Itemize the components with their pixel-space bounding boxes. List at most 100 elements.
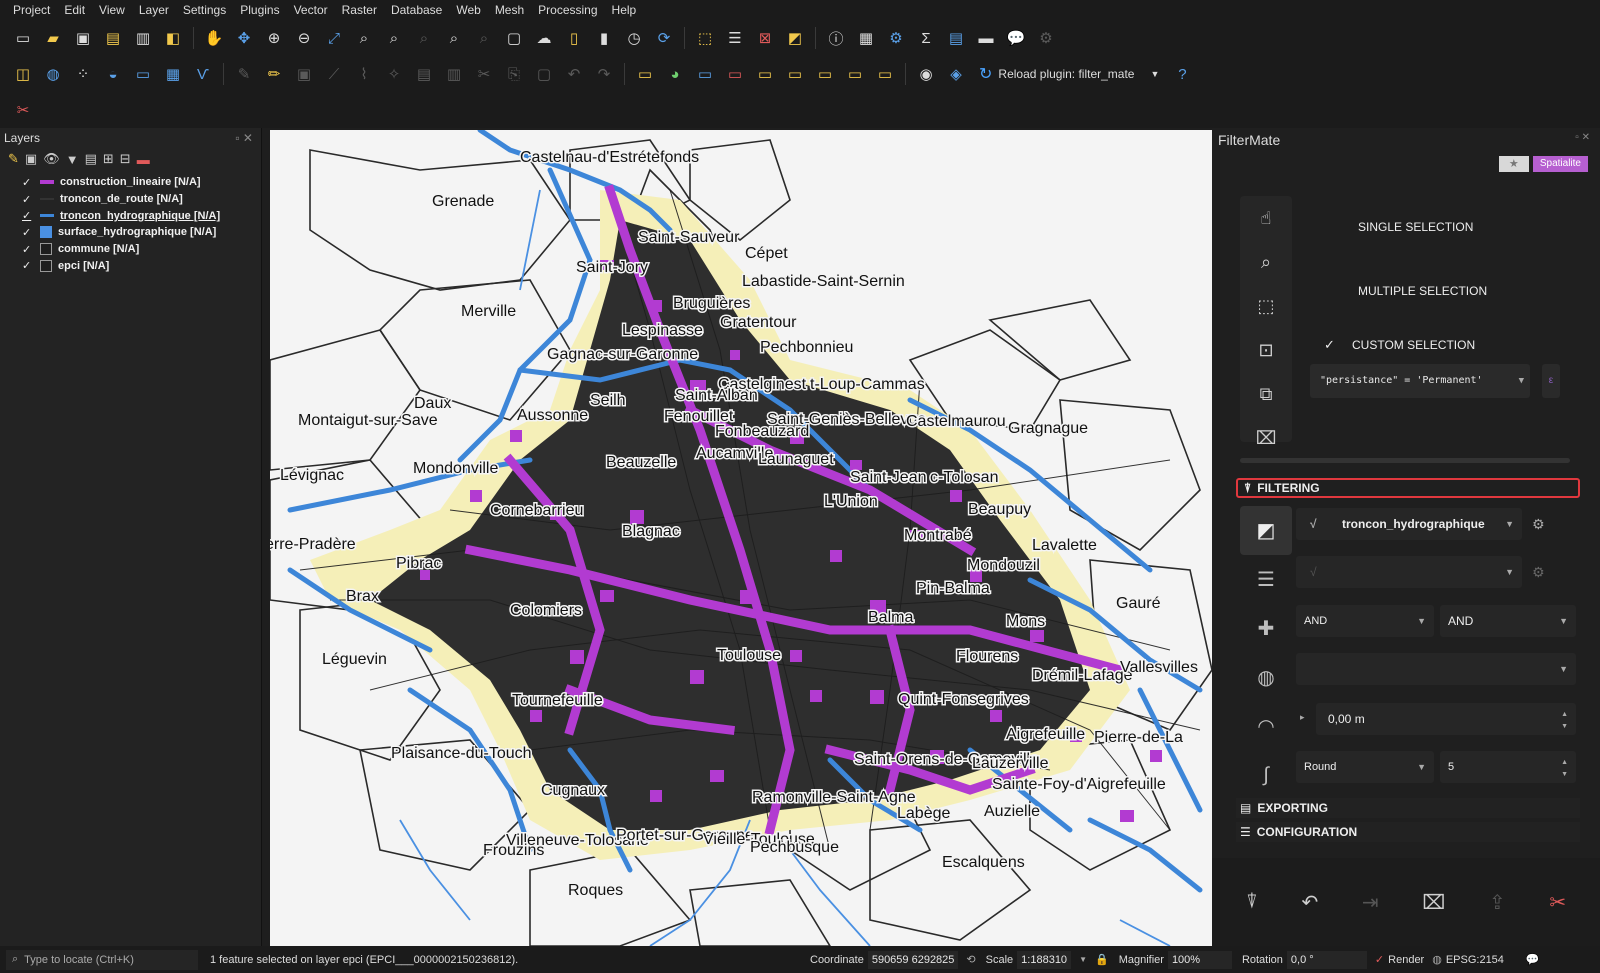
chevron-down-icon[interactable]: ▼ bbox=[1505, 508, 1514, 540]
menu-edit[interactable]: Edit bbox=[57, 0, 92, 20]
filter-by-expression-icon[interactable]: ▤ bbox=[85, 151, 97, 167]
field-calculator-icon[interactable]: ▤ bbox=[943, 25, 969, 51]
buffer-cap-style-select[interactable]: Round ▼ bbox=[1296, 751, 1434, 783]
single-selection-row[interactable]: SINGLE SELECTION bbox=[1330, 220, 1473, 234]
menu-mesh[interactable]: Mesh bbox=[488, 0, 531, 20]
paste-features-icon[interactable]: ▢ bbox=[531, 61, 557, 87]
layer-item-troncon-de-route[interactable]: ✓ troncon_de_route [N/A] bbox=[0, 191, 261, 208]
new-map-view-icon[interactable]: ▢ bbox=[501, 25, 527, 51]
messages-icon[interactable]: 💬 bbox=[1526, 953, 1540, 966]
chevron-down-icon[interactable]: ▼ bbox=[1559, 653, 1568, 685]
undo-filter-icon[interactable]: ↶ bbox=[1301, 890, 1318, 915]
exporting-section-header[interactable]: ▤ EXPORTING bbox=[1236, 798, 1580, 818]
filtermate-about-icon[interactable]: ✂ bbox=[1549, 890, 1566, 915]
menu-project[interactable]: Project bbox=[6, 0, 57, 20]
redo-filter-icon[interactable]: ⇥ bbox=[1362, 890, 1379, 915]
temporal-controller-icon[interactable]: ◷ bbox=[621, 25, 647, 51]
pin-labels-icon[interactable]: ▭ bbox=[722, 61, 748, 87]
target-layer-select[interactable]: √ ▼ bbox=[1296, 556, 1522, 588]
copy-features-icon[interactable]: ⎘ bbox=[501, 61, 527, 87]
add-delimited-text-icon[interactable]: ⁘ bbox=[70, 61, 96, 87]
measure-line-icon[interactable]: ▬ bbox=[973, 25, 999, 51]
apply-filter-icon[interactable]: ⍒ bbox=[1246, 891, 1258, 914]
menu-plugins[interactable]: Plugins bbox=[233, 0, 286, 20]
zoom-to-selection-icon[interactable]: ⌕ bbox=[351, 25, 377, 51]
plugin-globe-icon[interactable]: ◉ bbox=[913, 61, 939, 87]
pan-to-selection-icon[interactable]: ✥ bbox=[231, 25, 257, 51]
locator-search[interactable]: ⌕ Type to locate (Ctrl+K) bbox=[6, 949, 198, 970]
menu-settings[interactable]: Settings bbox=[176, 0, 233, 20]
layer-visibility-checkbox[interactable]: ✓ bbox=[22, 226, 34, 239]
show-bookmarks-icon[interactable]: ▮ bbox=[591, 25, 617, 51]
rotate-label-icon[interactable]: ▭ bbox=[812, 61, 838, 87]
save-project-icon[interactable]: ▣ bbox=[70, 25, 96, 51]
menu-raster[interactable]: Raster bbox=[335, 0, 384, 20]
add-group-icon[interactable]: ▣ bbox=[25, 151, 37, 167]
combine-operator-select-1[interactable]: AND ▼ bbox=[1296, 605, 1434, 637]
layer-settings-icon[interactable]: ⚙ bbox=[1532, 516, 1545, 533]
diagram-options-icon[interactable]: ◕ bbox=[662, 61, 688, 87]
backend-badge[interactable]: Spatialite bbox=[1532, 156, 1588, 172]
zoom-to-layer-icon[interactable]: ⌕ bbox=[381, 25, 407, 51]
menu-processing[interactable]: Processing bbox=[531, 0, 604, 20]
filtermate-plugin-icon[interactable]: ✂ bbox=[10, 97, 36, 123]
add-predicate-icon[interactable]: ✚ bbox=[1240, 604, 1292, 653]
segments-icon[interactable]: ∫ bbox=[1240, 751, 1292, 800]
new-bookmark-icon[interactable]: ▯ bbox=[561, 25, 587, 51]
chevron-down-icon[interactable]: ▼ bbox=[1559, 605, 1568, 637]
label-toolbar-icon[interactable]: ▭ bbox=[632, 61, 658, 87]
refresh-icon[interactable]: ⟳ bbox=[651, 25, 677, 51]
select-features-icon[interactable]: ⬚ bbox=[692, 25, 718, 51]
layer-item-surface-hydrographique[interactable]: ✓ surface_hydrographique [N/A] bbox=[0, 224, 261, 241]
layer-item-commune[interactable]: ✓ commune [N/A] bbox=[0, 241, 261, 258]
pointer-icon[interactable]: ☝ bbox=[1240, 196, 1292, 240]
buffer-segments-input[interactable]: 5 ▲ ▼ bbox=[1440, 751, 1576, 783]
panel-close-icon[interactable]: ▫ ✕ bbox=[235, 128, 253, 148]
custom-selection-row[interactable]: ✓ CUSTOM SELECTION bbox=[1324, 338, 1475, 353]
open-project-icon[interactable]: ▰ bbox=[40, 25, 66, 51]
multiple-selection-row[interactable]: MULTIPLE SELECTION bbox=[1330, 284, 1487, 298]
move-label-icon[interactable]: ▭ bbox=[782, 61, 808, 87]
reload-plugin-button[interactable]: ↻ Reload plugin: filter_mate ▼ bbox=[973, 64, 1165, 84]
zoom-last-icon[interactable]: ⌕ bbox=[441, 25, 467, 51]
menu-database[interactable]: Database bbox=[384, 0, 449, 20]
new-layer-icon[interactable]: ◍ bbox=[40, 61, 66, 87]
custom-selection-checkbox[interactable]: ✓ bbox=[1324, 338, 1338, 352]
map-tips-icon[interactable]: 💬 bbox=[1003, 25, 1029, 51]
geometric-predicate-select[interactable]: ▼ bbox=[1296, 653, 1576, 685]
crs-globe-icon[interactable]: ◍ bbox=[1432, 953, 1442, 966]
current-edits-icon[interactable]: ✎ bbox=[231, 61, 257, 87]
toggle-editing-icon[interactable]: ✏ bbox=[261, 61, 287, 87]
menu-vector[interactable]: Vector bbox=[287, 0, 335, 20]
style-manager-icon[interactable]: ◧ bbox=[160, 25, 186, 51]
redo-icon[interactable]: ↷ bbox=[591, 61, 617, 87]
zoom-in-icon[interactable]: ⊕ bbox=[261, 25, 287, 51]
manage-visibility-icon[interactable]: 👁 bbox=[43, 151, 60, 167]
chevron-down-icon[interactable]: ▼ bbox=[1079, 955, 1087, 964]
expression-builder-button[interactable]: ε bbox=[1542, 364, 1560, 398]
remove-layer-icon[interactable]: ▬ bbox=[137, 152, 150, 167]
layer-visibility-checkbox[interactable]: ✓ bbox=[22, 209, 34, 222]
menu-view[interactable]: View bbox=[92, 0, 132, 20]
collapse-all-icon[interactable]: ⊟ bbox=[120, 151, 131, 167]
layer-selection-icon[interactable]: ◩ bbox=[1240, 506, 1292, 555]
buffer-icon[interactable]: ◠ bbox=[1240, 702, 1292, 751]
filter-legend-icon[interactable]: ▼ bbox=[66, 152, 79, 167]
zoom-icon[interactable]: ⌕ bbox=[1240, 240, 1292, 284]
chevron-right-icon[interactable]: ▸ bbox=[1300, 712, 1305, 723]
identify-features-icon[interactable]: ⓘ bbox=[823, 25, 849, 51]
map-canvas[interactable]: Castelnau-d'Estrétefonds Grenade Saint-S… bbox=[270, 130, 1212, 946]
pan-icon[interactable]: ✋ bbox=[201, 25, 227, 51]
select-by-value-icon[interactable]: ☰ bbox=[722, 25, 748, 51]
select-rectangle-icon[interactable]: ⬚ bbox=[1240, 284, 1292, 328]
toggle-extents-icon[interactable]: ⟲ bbox=[966, 953, 975, 966]
data-source-manager-icon[interactable]: ◫ bbox=[10, 61, 36, 87]
new-project-icon[interactable]: ▭ bbox=[10, 25, 36, 51]
panel-close-icon[interactable]: ▫ ✕ bbox=[1575, 132, 1590, 143]
expression-field[interactable]: "persistance" = 'Permanent' ▼ bbox=[1310, 364, 1530, 398]
add-raster-layer-icon[interactable]: ▦ bbox=[160, 61, 186, 87]
magnifier-field[interactable]: 100% bbox=[1167, 950, 1232, 969]
layer-visibility-checkbox[interactable]: ✓ bbox=[22, 193, 34, 206]
cut-features-icon[interactable]: ✂ bbox=[471, 61, 497, 87]
expand-all-icon[interactable]: ⊞ bbox=[103, 151, 114, 167]
